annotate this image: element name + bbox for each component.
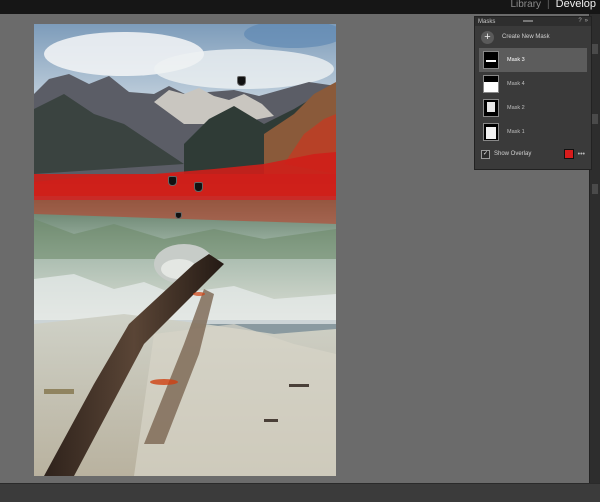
masks-panel: Masks ? » + Create New Mask Mask 3 Mask …	[474, 16, 592, 170]
panel-handle[interactable]	[592, 44, 598, 54]
photo-preview[interactable]	[34, 24, 336, 476]
module-library[interactable]: Library	[510, 0, 541, 10]
mask-item[interactable]: Mask 4	[479, 72, 587, 96]
mask-thumbnail	[483, 99, 499, 117]
add-icon[interactable]: +	[481, 30, 494, 44]
mask-thumbnail	[483, 75, 499, 93]
mask-name: Mask 4	[507, 81, 525, 87]
show-overlay-row: ✓ Show Overlay •••	[475, 146, 591, 162]
module-separator: |	[547, 0, 550, 10]
show-overlay-label: Show Overlay	[494, 151, 532, 157]
more-options-icon[interactable]: •••	[578, 151, 585, 158]
mask-item[interactable]: Mask 2	[479, 96, 587, 120]
mask-pin[interactable]	[168, 176, 177, 186]
module-picker: Library | Develop	[510, 0, 596, 10]
bottom-toolbar	[0, 483, 600, 502]
show-overlay-checkbox[interactable]: ✓	[481, 149, 490, 159]
mask-thumbnail	[483, 123, 499, 141]
create-new-mask-button[interactable]: + Create New Mask	[475, 26, 591, 48]
mask-list: Mask 3 Mask 4 Mask 2 Mask 1	[475, 48, 591, 144]
mask-name: Mask 1	[507, 129, 525, 135]
mask-thumbnail	[483, 51, 499, 69]
mask-pin[interactable]	[237, 76, 246, 86]
mask-name: Mask 3	[507, 57, 525, 63]
create-new-mask-label: Create New Mask	[502, 34, 550, 40]
mask-pin[interactable]	[175, 212, 182, 219]
masks-panel-header[interactable]: Masks ? »	[475, 17, 591, 26]
help-icon[interactable]: ?	[578, 18, 581, 24]
mask-item[interactable]: Mask 3	[479, 48, 587, 72]
overlay-color-swatch[interactable]	[563, 149, 574, 159]
masks-panel-title: Masks	[478, 18, 496, 25]
panel-handle[interactable]	[592, 184, 598, 194]
mask-name: Mask 2	[507, 105, 525, 111]
panel-handle[interactable]	[592, 114, 598, 124]
module-develop[interactable]: Develop	[556, 0, 596, 10]
module-bar: Library | Develop	[0, 0, 600, 14]
collapse-icon[interactable]: »	[585, 18, 588, 24]
drag-grip-icon[interactable]	[523, 20, 533, 22]
photo-image	[34, 24, 336, 476]
mask-pin[interactable]	[194, 182, 203, 192]
mask-item[interactable]: Mask 1	[479, 120, 587, 144]
